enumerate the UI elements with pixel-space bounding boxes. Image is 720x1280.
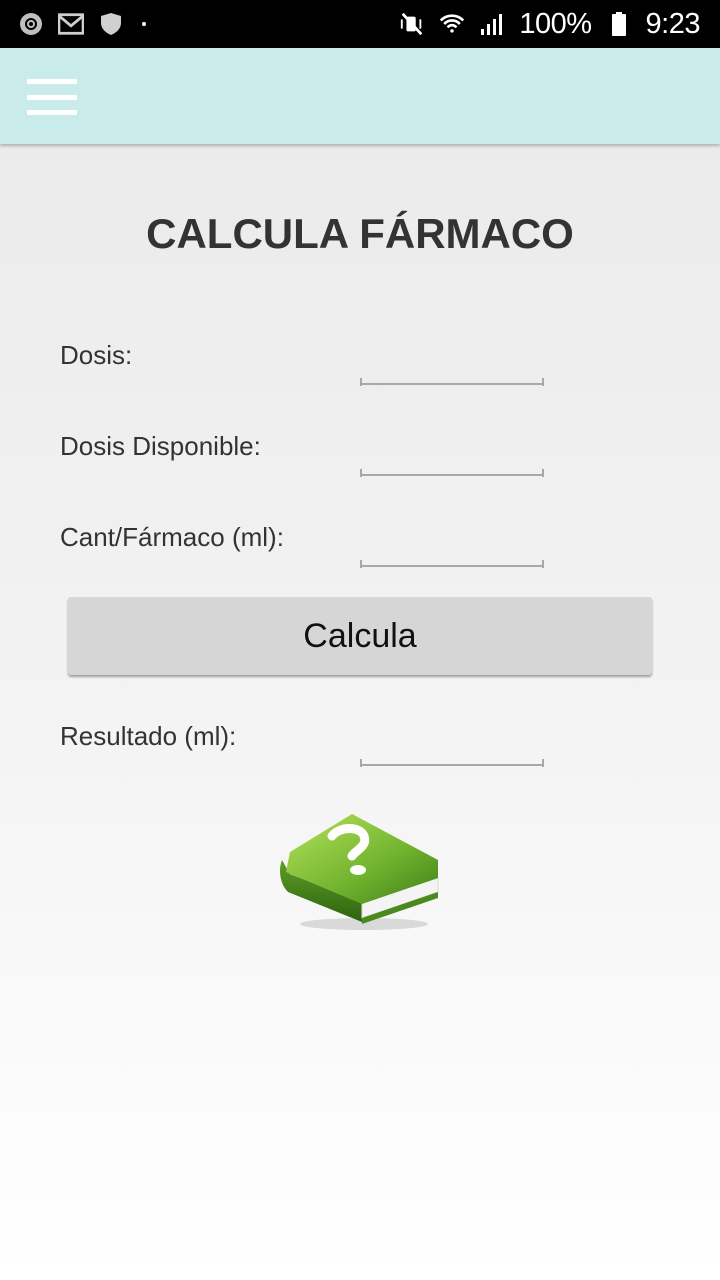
input-edge <box>360 560 362 568</box>
status-right-icons: 100% 9:23 <box>399 7 701 41</box>
dosis-disponible-label: Dosis Disponible: <box>60 431 261 461</box>
clock: 9:23 <box>645 7 701 40</box>
app-bar <box>0 48 720 144</box>
status-bar: 100% 9:23 <box>0 0 720 48</box>
input-edge <box>542 560 544 568</box>
mute-vibrate-icon <box>399 11 425 37</box>
dot-icon <box>142 22 146 26</box>
menu-line <box>27 94 77 100</box>
page-title: CALCULA FÁRMACO <box>146 210 574 257</box>
shield-icon <box>98 11 124 37</box>
resultado-label: Resultado (ml): <box>60 721 237 751</box>
green-book-question-icon[interactable] <box>276 808 444 932</box>
input-edge <box>542 469 544 477</box>
cant-farmaco-input[interactable] <box>360 527 544 567</box>
wifi-icon <box>439 11 465 37</box>
status-left-icons <box>18 11 146 37</box>
resultado-input[interactable] <box>360 726 544 766</box>
battery-icon <box>606 11 632 37</box>
settings-icon <box>18 11 44 37</box>
menu-line <box>27 79 77 84</box>
signal-icon <box>479 11 505 37</box>
gmail-icon <box>58 11 84 37</box>
input-edge <box>542 378 544 386</box>
dosis-disponible-input[interactable] <box>360 436 544 476</box>
input-edge <box>360 759 362 767</box>
hamburger-menu-icon[interactable] <box>27 79 77 115</box>
cant-farmaco-label: Cant/Fármaco (ml): <box>60 522 284 552</box>
input-edge <box>360 469 362 477</box>
input-edge <box>360 378 362 386</box>
dosis-label: Dosis: <box>60 340 133 370</box>
calcula-button[interactable]: Calcula <box>68 597 652 675</box>
menu-line <box>27 110 77 115</box>
input-edge <box>542 759 544 767</box>
battery-percent: 100% <box>519 7 592 40</box>
dosis-input[interactable] <box>360 345 544 385</box>
